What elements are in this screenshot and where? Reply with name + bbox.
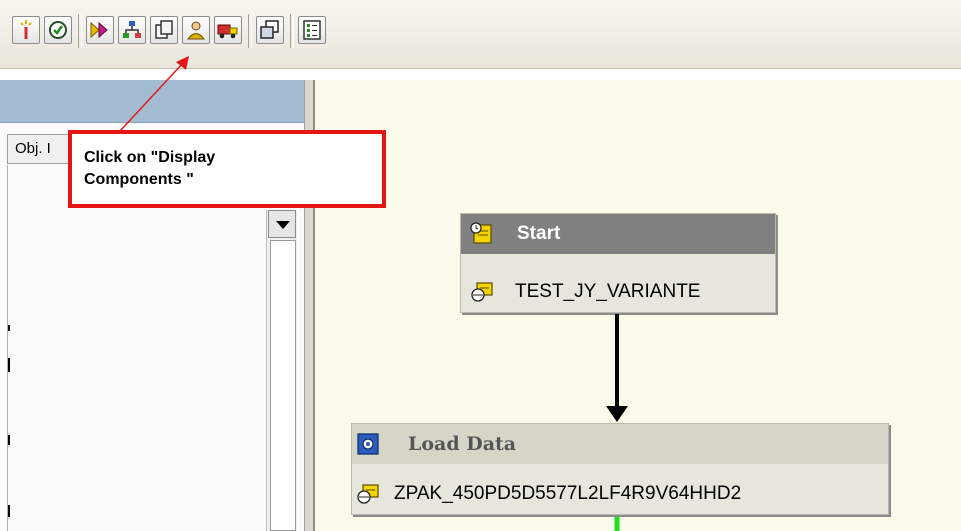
truck-button[interactable]: [214, 16, 242, 44]
copy-pages-icon: [155, 20, 173, 39]
load-node-header: Load Data: [352, 424, 888, 464]
display-components-icon: [123, 21, 141, 38]
start-node-header: Start: [461, 214, 775, 254]
toolbar-separator: [290, 14, 294, 48]
dropdown-button[interactable]: [268, 210, 296, 238]
display-components-button[interactable]: [118, 16, 146, 44]
variant-icon: [470, 280, 494, 304]
arrows-process-icon: [90, 21, 108, 39]
load-node-body: ZPAK_450PD5D5577L2LF4R9V64HHD2: [352, 474, 888, 514]
list-settings-icon: [303, 20, 321, 40]
start-node-variant: TEST_JY_VARIANTE: [515, 281, 701, 302]
tree-list-area: [7, 165, 298, 531]
start-node[interactable]: Start TEST_JY_VARIANTE: [460, 213, 776, 313]
load-node-variant: ZPAK_450PD5D5577L2LF4R9V64HHD2: [394, 483, 742, 504]
toolbar-separator: [248, 14, 252, 48]
start-node-body: TEST_JY_VARIANTE: [461, 272, 775, 312]
callout-line-1: Click on "Display: [84, 149, 216, 166]
clock-check-icon: [49, 21, 67, 39]
magic-wand-button[interactable]: [12, 16, 40, 44]
callout-line-2: Components ": [84, 171, 194, 188]
tree-fragment: [8, 325, 10, 331]
variant-icon: [356, 482, 380, 506]
windows-icon: [260, 20, 279, 39]
schedule-check-button[interactable]: [44, 16, 72, 44]
load-data-node[interactable]: Load Data ZPAK_450PD5D5577L2LF4R9V64HHD2: [351, 423, 889, 515]
left-pane-header: [0, 80, 304, 123]
start-node-title: Start: [517, 223, 561, 244]
windows-button[interactable]: [256, 16, 284, 44]
process-arrows-button[interactable]: [86, 16, 114, 44]
instruction-callout: Click on "Display Components ": [68, 130, 386, 208]
load-node-title: Load Data: [408, 433, 517, 455]
user-button[interactable]: [182, 16, 210, 44]
scrollbar-thumb[interactable]: [270, 240, 296, 531]
gear-icon: [356, 432, 380, 456]
chevron-down-icon: [276, 221, 290, 229]
connector-arrow-head: [606, 406, 628, 422]
list-settings-button[interactable]: [298, 16, 326, 44]
tree-fragment: [8, 435, 10, 445]
tree-fragment: [8, 505, 10, 517]
callout-text: Click on "Display Components ": [84, 147, 374, 191]
application-toolbar: [0, 0, 961, 69]
process-chain-canvas: Start TEST_JY_VARIANTE Load Data ZPAK_45…: [313, 80, 961, 531]
start-clock-icon: [470, 222, 494, 246]
copy-pages-button[interactable]: [150, 16, 178, 44]
magic-wand-icon: [20, 20, 32, 39]
toolbar-separator: [78, 14, 82, 48]
truck-icon: [217, 24, 238, 39]
tree-fragment: [8, 358, 10, 372]
user-icon: [187, 21, 205, 40]
